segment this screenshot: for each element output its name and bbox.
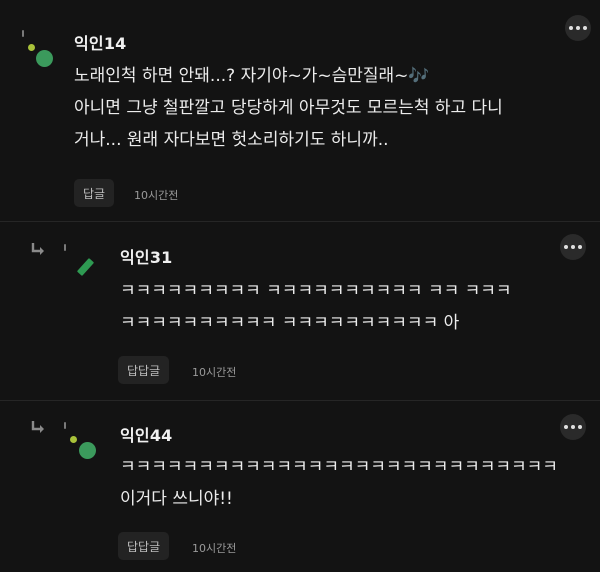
- avatar-icon[interactable]: [58, 420, 98, 460]
- reply-button[interactable]: 답답글: [118, 532, 170, 560]
- comment-item: 익인14 노래인척 하면 안돼...? 자기야~가~슴만질래~🎶 아니면 그냥 …: [0, 0, 600, 212]
- reply-button[interactable]: 답답글: [118, 356, 170, 384]
- divider: [0, 400, 600, 401]
- more-icon[interactable]: [560, 234, 586, 260]
- comment-body: ㅋㅋㅋㅋㅋㅋㅋㅋㅋ ㅋㅋㅋㅋㅋㅋㅋㅋㅋㅋ ㅋㅋ ㅋㅋㅋ ㅋㅋㅋㅋㅋㅋㅋㅋㅋㅋ ㅋ…: [120, 275, 512, 339]
- avatar-icon[interactable]: [58, 242, 98, 282]
- nickname[interactable]: 익인44: [120, 422, 173, 446]
- reply-button[interactable]: 답글: [74, 179, 115, 207]
- reply-arrow-icon: [31, 421, 44, 433]
- comment-line: 아니면 그냥 철판깔고 당당하게 아무것도 모르는척 하고 다니: [74, 98, 503, 118]
- comment-body: ㅋㅋㅋㅋㅋㅋㅋㅋㅋㅋㅋㅋㅋㅋㅋㅋㅋㅋㅋㅋㅋㅋㅋㅋㅋㅋㅋㅋ 이거다 쓰니야!!: [120, 451, 558, 515]
- comment-line: 이거다 쓰니야!!: [120, 489, 233, 509]
- more-icon[interactable]: [560, 414, 586, 440]
- timestamp: 10시간전: [134, 189, 179, 202]
- timestamp: 10시간전: [192, 542, 237, 555]
- reply-arrow-icon: [31, 243, 44, 255]
- timestamp: 10시간전: [192, 366, 237, 379]
- divider: [0, 221, 600, 222]
- comment-line: ㅋㅋㅋㅋㅋㅋㅋㅋㅋㅋ ㅋㅋㅋㅋㅋㅋㅋㅋㅋㅋ 아: [120, 313, 460, 333]
- comment-line: ㅋㅋㅋㅋㅋㅋㅋㅋㅋ ㅋㅋㅋㅋㅋㅋㅋㅋㅋㅋ ㅋㅋ ㅋㅋㅋ: [120, 281, 512, 301]
- more-icon[interactable]: [565, 15, 591, 41]
- comment-line: 거나... 원래 자다보면 헛소리하기도 하니까..: [74, 130, 389, 150]
- avatar-icon[interactable]: [14, 26, 54, 67]
- nickname[interactable]: 익인31: [120, 244, 173, 268]
- reply-comment-item: 익인31 ㅋㅋㅋㅋㅋㅋㅋㅋㅋ ㅋㅋㅋㅋㅋㅋㅋㅋㅋㅋ ㅋㅋ ㅋㅋㅋ ㅋㅋㅋㅋㅋㅋㅋ…: [0, 226, 600, 396]
- comment-line: 노래인척 하면 안돼...? 자기야~가~슴만질래~🎶: [74, 66, 430, 86]
- nickname[interactable]: 익인14: [74, 30, 127, 54]
- comment-line: ㅋㅋㅋㅋㅋㅋㅋㅋㅋㅋㅋㅋㅋㅋㅋㅋㅋㅋㅋㅋㅋㅋㅋㅋㅋㅋㅋㅋ: [120, 457, 558, 477]
- reply-comment-item: 익인44 ㅋㅋㅋㅋㅋㅋㅋㅋㅋㅋㅋㅋㅋㅋㅋㅋㅋㅋㅋㅋㅋㅋㅋㅋㅋㅋㅋㅋ 이거다 쓰니…: [0, 406, 600, 572]
- comment-body: 노래인척 하면 안돼...? 자기야~가~슴만질래~🎶 아니면 그냥 철판깔고 …: [74, 60, 503, 156]
